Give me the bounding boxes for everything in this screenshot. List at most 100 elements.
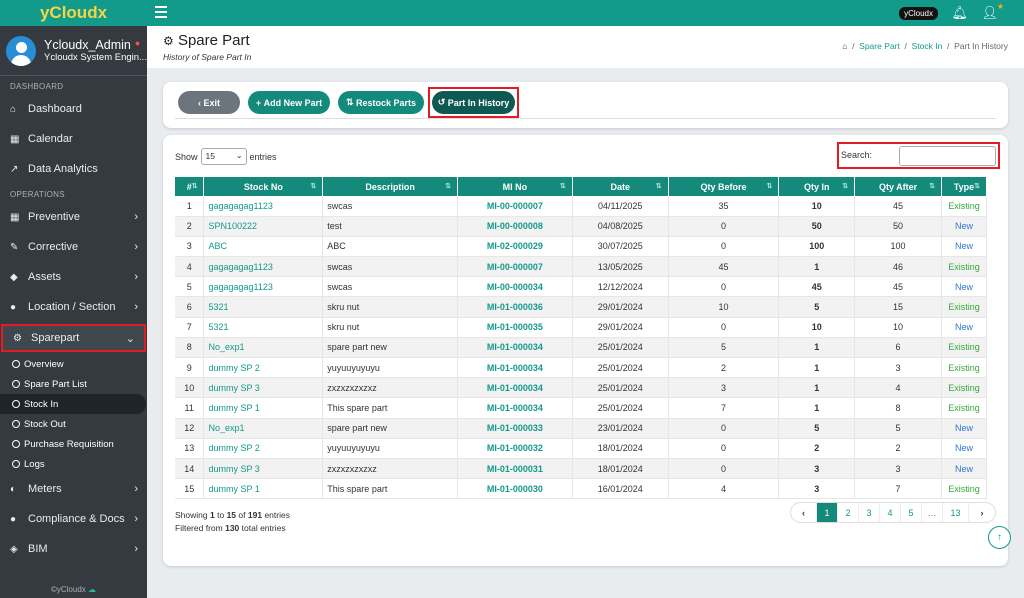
breadcrumb-spare-part[interactable]: Spare Part	[859, 41, 900, 51]
sidebar-sub-overview[interactable]: Overview	[0, 354, 147, 374]
stock-no-link[interactable]: gagagagag1123	[203, 256, 324, 278]
chevron-right-icon: ›	[134, 301, 138, 313]
breadcrumb-stock-in[interactable]: Stock In	[912, 41, 943, 51]
stock-no-link[interactable]: 5321	[203, 296, 324, 318]
mi-no-link[interactable]: MI-02-000029	[457, 236, 573, 258]
exit-button[interactable]: ‹ Exit	[178, 91, 240, 114]
column-header[interactable]: Qty In ⇅	[778, 177, 856, 196]
page-button[interactable]: 2	[838, 503, 859, 522]
add-new-part-button[interactable]: + Add New Part	[248, 91, 330, 114]
info-filtered-end: total entries	[241, 523, 286, 533]
table-row: 9 dummy SP 2 yuyuuyuyuyu MI-01-000034 25/01/…	[175, 357, 988, 379]
sidebar-item-meters[interactable]: ◐ Meters ›	[0, 474, 147, 504]
sidebar-item-location-section[interactable]: ● Location / Section ›	[0, 292, 147, 322]
circle-icon	[12, 440, 20, 448]
next-page-button[interactable]: ›	[969, 503, 995, 522]
column-header[interactable]: Date ⇅	[572, 177, 669, 196]
restock-parts-button[interactable]: ⇅ Restock Parts	[338, 91, 424, 114]
mi-no-link[interactable]: MI-00-000008	[457, 216, 573, 237]
stock-no-link[interactable]: 5321	[203, 317, 324, 338]
page-button[interactable]: 1	[817, 503, 838, 522]
stock-no-link[interactable]: dummy SP 1	[203, 397, 324, 419]
column-header[interactable]: # ⇅	[175, 177, 205, 196]
column-header[interactable]: Qty After ⇅	[854, 177, 942, 196]
qty-in: 50	[778, 216, 856, 237]
brand-logo[interactable]: yCloudx	[0, 0, 147, 26]
column-header[interactable]: MI No ⇅	[457, 177, 573, 196]
mi-no-link[interactable]: MI-01-000031	[457, 458, 573, 480]
column-header[interactable]: Description ⇅	[322, 177, 459, 196]
page-button[interactable]: 5	[901, 503, 922, 522]
mi-no-link[interactable]: MI-01-000033	[457, 418, 573, 439]
table-row: 10 dummy SP 3 zxzxzxzxzxz MI-01-000034 25/01…	[175, 377, 988, 399]
type-badge: New	[941, 216, 988, 237]
stock-no-link[interactable]: SPN100222	[203, 216, 324, 237]
type-badge: Existing	[941, 337, 988, 359]
menu-toggle-icon[interactable]	[155, 6, 167, 21]
page-header: ⚙ Spare Part History of Spare Part In ⌂ …	[147, 26, 1024, 68]
sidebar-item-corrective[interactable]: ✎ Corrective ›	[0, 232, 147, 262]
sidebar-item-calendar[interactable]: ▦ Calendar	[0, 124, 147, 154]
stock-no-link[interactable]: dummy SP 2	[203, 357, 324, 379]
user-menu-icon[interactable]: 👤︎ ★	[981, 2, 1004, 21]
mi-no-link[interactable]: MI-01-000034	[457, 357, 573, 379]
page-button[interactable]: 13	[943, 503, 969, 522]
sidebar-item-compliance-docs[interactable]: ● Compliance & Docs ›	[0, 504, 147, 534]
qty-after: 46	[854, 256, 942, 278]
page-button[interactable]: 4	[880, 503, 901, 522]
stock-no-link[interactable]: ABC	[203, 236, 324, 258]
entries-select[interactable]: 15 ⌄	[200, 148, 247, 165]
stock-no-link[interactable]: dummy SP 1	[203, 478, 324, 500]
sidebar-sub-spare-part-list[interactable]: Spare Part List	[0, 374, 147, 394]
mi-no-link[interactable]: MI-01-000036	[457, 296, 573, 318]
prev-page-button[interactable]: ‹	[791, 503, 817, 522]
column-header-label: Description	[365, 181, 415, 192]
chevron-right-icon: ›	[134, 543, 138, 555]
stock-no-link[interactable]: gagagagag1123	[203, 196, 324, 217]
mi-no-link[interactable]: MI-00-000007	[457, 256, 573, 278]
sidebar-item-bim[interactable]: ◈ BIM ›	[0, 534, 147, 564]
stock-no-link[interactable]: dummy SP 2	[203, 438, 324, 459]
sidebar-sub-label: Overview	[24, 358, 64, 370]
sidebar-sub-stock-in[interactable]: Stock In	[0, 394, 146, 414]
topbar: yCloudx 🔔︎ 👤︎ ★	[147, 0, 1024, 26]
home-icon[interactable]: ⌂	[842, 41, 847, 51]
topbar-badge[interactable]: yCloudx	[899, 7, 938, 20]
mi-no-link[interactable]: MI-01-000034	[457, 337, 573, 359]
sidebar-item-assets[interactable]: ◆ Assets ›	[0, 262, 147, 292]
page-subtitle: History of Spare Part In	[163, 52, 252, 62]
page-button[interactable]: 3	[859, 503, 880, 522]
stock-no-link[interactable]: dummy SP 3	[203, 458, 324, 480]
column-header[interactable]: Qty Before ⇅	[668, 177, 780, 196]
qty-after: 15	[854, 296, 942, 318]
stock-no-link[interactable]: gagagagag1123	[203, 276, 324, 298]
sidebar-item-data-analytics[interactable]: ↗ Data Analytics	[0, 154, 147, 184]
sidebar-sub-stock-out[interactable]: Stock Out	[0, 414, 147, 434]
table-body: 1 gagagagag1123 swcas MI-00-000007 04/11/202…	[175, 196, 988, 500]
sort-icon: ⇅	[345, 97, 354, 107]
mi-no-link[interactable]: MI-00-000007	[457, 196, 573, 217]
table-row: 14 dummy SP 3 zxzxzxzxzxz MI-01-000031 18/01…	[175, 458, 988, 480]
stock-no-link[interactable]: No_exp1	[203, 337, 324, 359]
sidebar-item-sparepart[interactable]: ⚙ Sparepart ⌄	[1, 324, 146, 352]
mi-no-link[interactable]: MI-01-000034	[457, 377, 573, 399]
mi-no-link[interactable]: MI-01-000030	[457, 478, 573, 500]
column-header[interactable]: Stock No ⇅	[203, 177, 324, 196]
scroll-to-top-button[interactable]: ↑	[988, 526, 1011, 549]
mi-no-link[interactable]: MI-00-000034	[457, 276, 573, 298]
sidebar-item-preventive[interactable]: ▦ Preventive ›	[0, 202, 147, 232]
part-in-history-button[interactable]: ↺ Part In History	[432, 91, 515, 114]
mi-no-link[interactable]: MI-01-000035	[457, 317, 573, 338]
column-header[interactable]: Type ⇅	[941, 177, 988, 196]
search-input[interactable]	[899, 146, 996, 166]
sidebar-sub-purchase-requisition[interactable]: Purchase Requisition	[0, 434, 147, 454]
mi-no-link[interactable]: MI-01-000032	[457, 438, 573, 459]
bell-icon[interactable]: 🔔︎	[951, 5, 968, 21]
sidebar-item-dashboard[interactable]: ⌂ Dashboard	[0, 94, 147, 124]
user-panel[interactable]: Ycloudx_Admin ● Ycloudx System Engin...	[0, 26, 147, 76]
stock-no-link[interactable]: dummy SP 3	[203, 377, 324, 399]
mi-no-link[interactable]: MI-01-000034	[457, 397, 573, 419]
sidebar-sub-logs[interactable]: Logs	[0, 454, 147, 474]
stock-no-link[interactable]: No_exp1	[203, 418, 324, 439]
divider	[175, 118, 996, 119]
